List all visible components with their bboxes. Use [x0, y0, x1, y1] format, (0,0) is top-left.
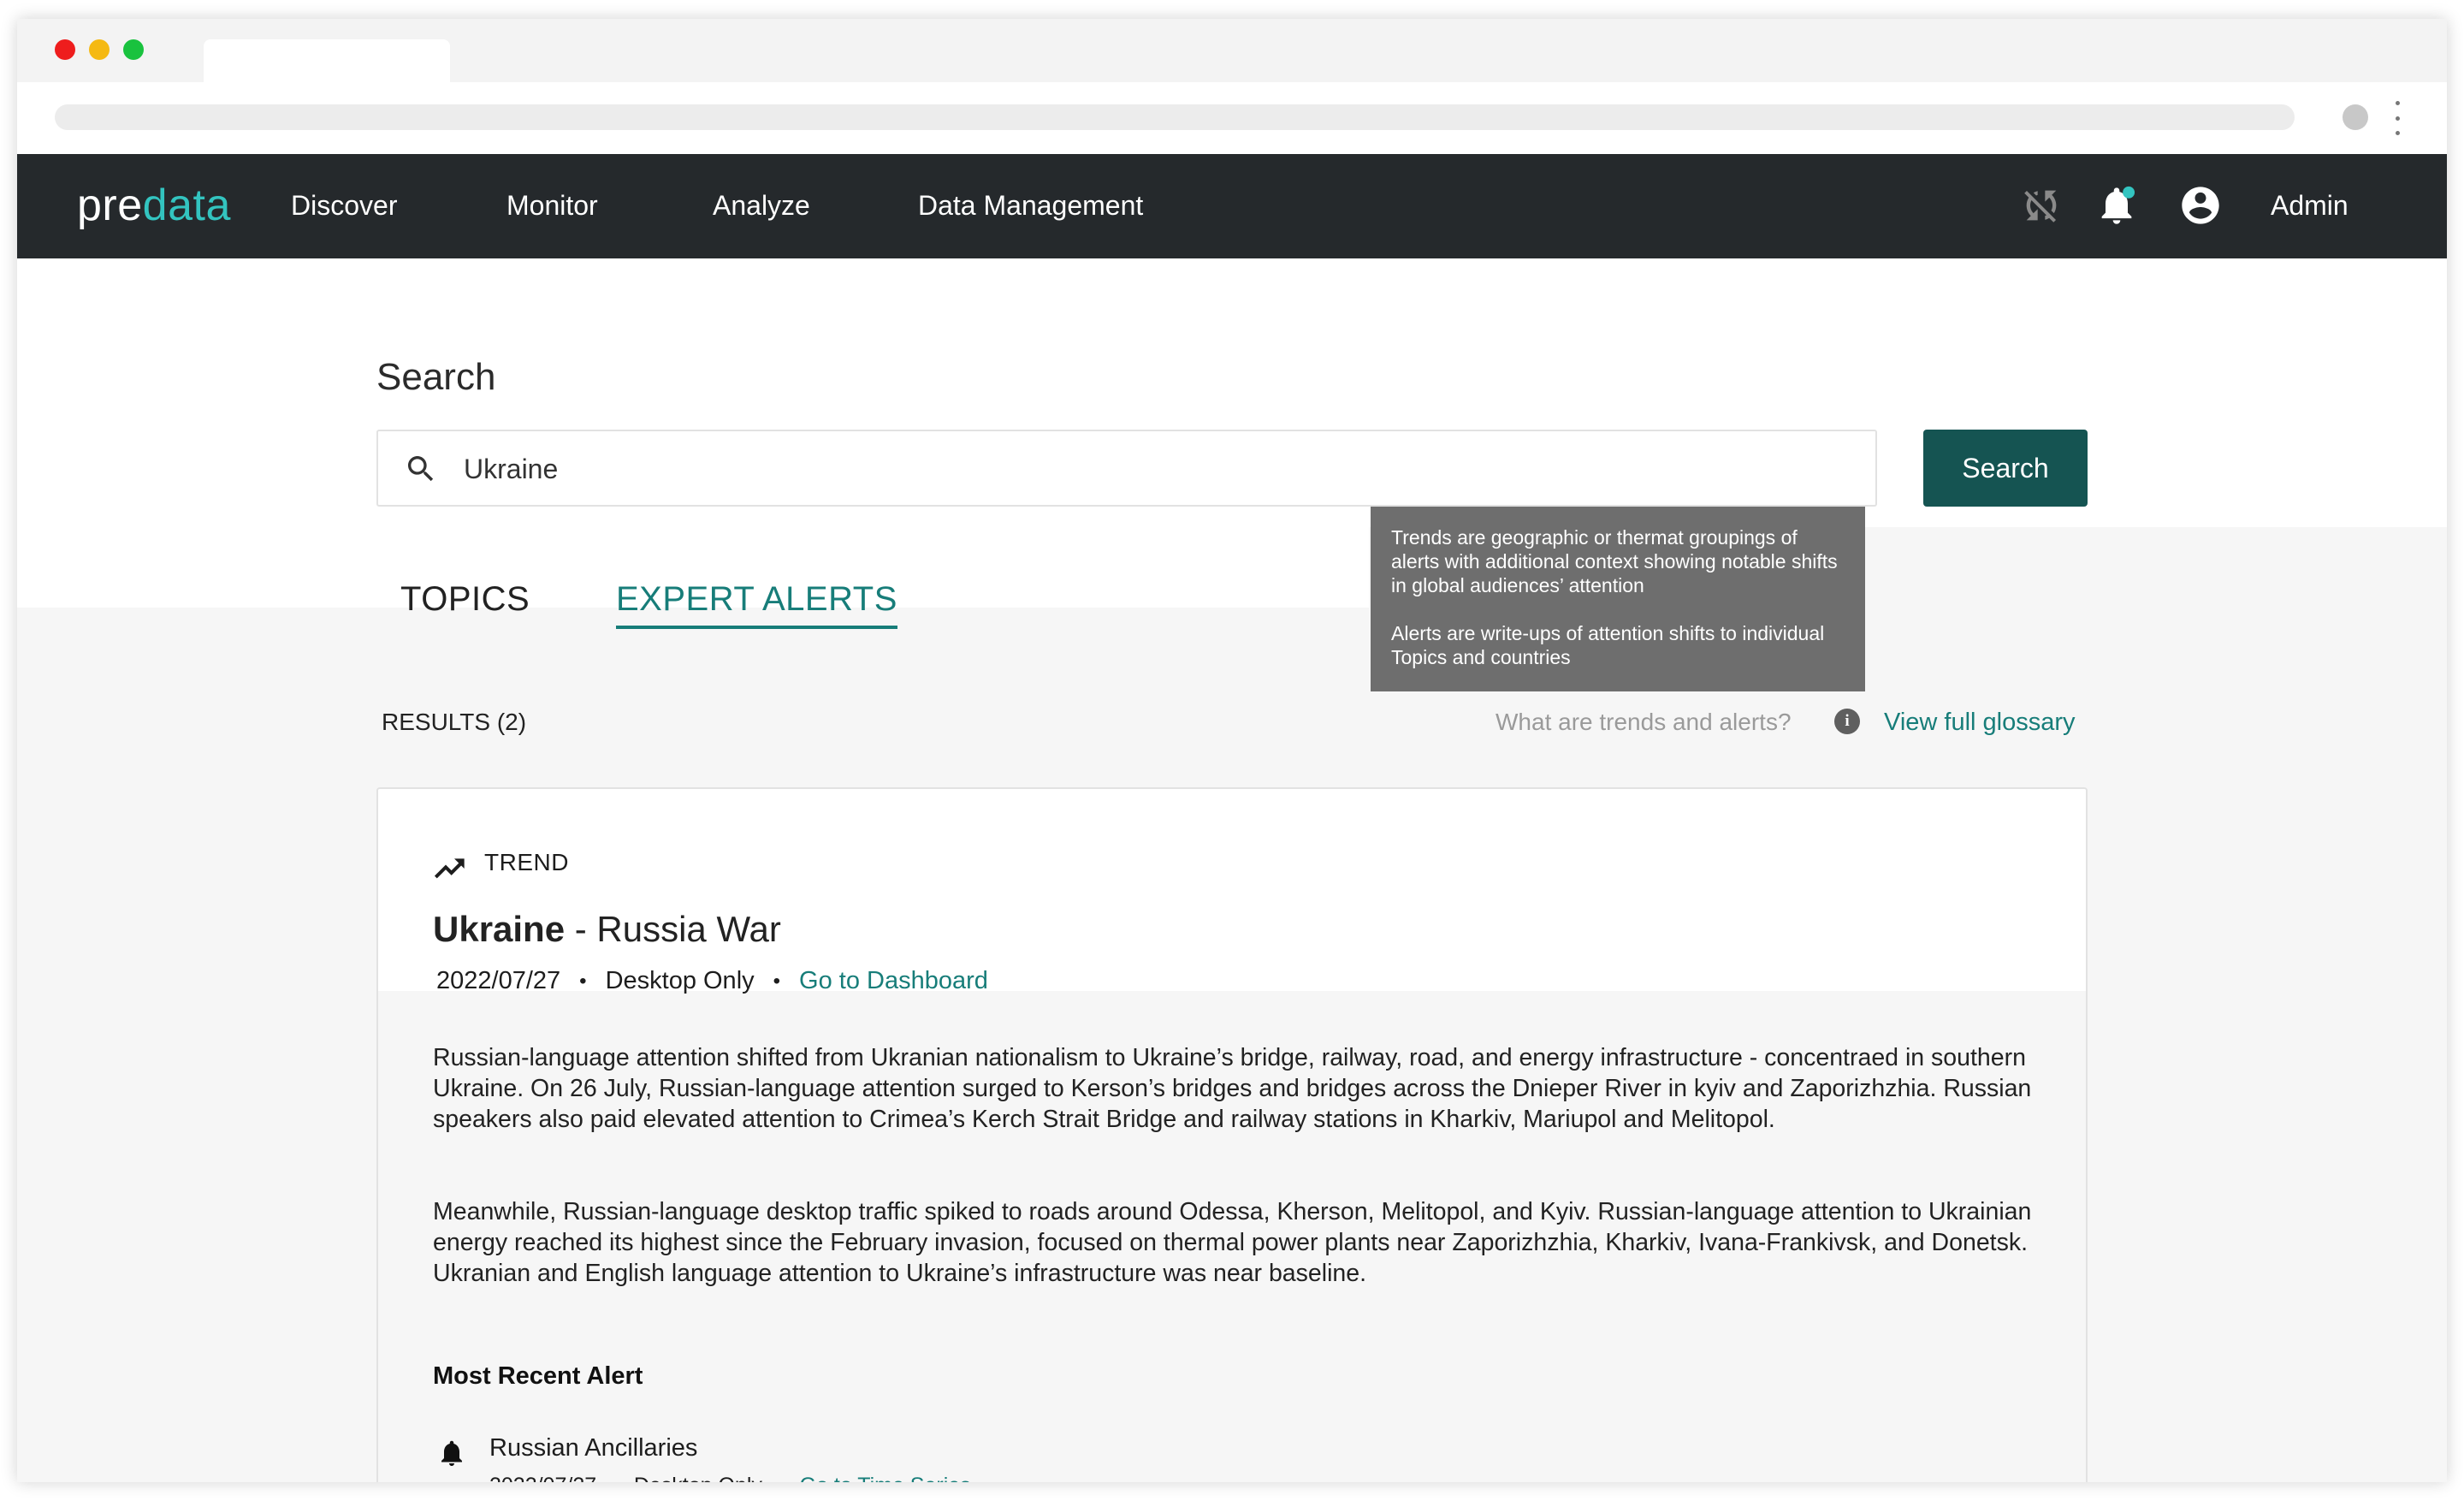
browser-toolbar — [17, 82, 2447, 154]
window-maximize-button[interactable] — [123, 39, 144, 60]
meta-separator: • — [579, 969, 587, 993]
nav-data-management[interactable]: Data Management — [918, 190, 1143, 222]
page-title: Search — [376, 356, 496, 398]
alert-meta: 2022/07/27 • Desktop Only • Go to Time S… — [489, 1474, 971, 1482]
profile-icon[interactable] — [2343, 104, 2368, 130]
meta-separator: • — [612, 1475, 619, 1483]
go-to-dashboard-link[interactable]: Go to Dashboard — [799, 967, 988, 995]
card-paragraph-2: Meanwhile, Russian-language desktop traf… — [433, 1198, 2032, 1287]
trending-up-icon — [434, 858, 465, 879]
nav-analyze[interactable]: Analyze — [713, 190, 810, 222]
logo-pre: pre — [77, 181, 143, 230]
card-title-topic: Ukraine — [433, 909, 566, 949]
alert-bell-icon — [441, 1440, 462, 1466]
window-minimize-button[interactable] — [89, 39, 110, 60]
card-device: Desktop Only — [605, 967, 755, 994]
glossary-question: What are trends and alerts? — [1496, 709, 1792, 735]
nav-discover[interactable]: Discover — [291, 190, 397, 222]
meta-separator: • — [778, 1475, 785, 1483]
top-navbar: predata Discover Monitor Analyze Data Ma… — [17, 154, 2447, 258]
view-glossary-link[interactable]: View full glossary — [1884, 709, 2076, 737]
card-meta: 2022/07/27 • Desktop Only • Go to Dashbo… — [436, 967, 988, 995]
meta-separator: • — [773, 969, 781, 993]
nav-monitor[interactable]: Monitor — [506, 190, 598, 222]
search-input[interactable] — [464, 448, 1833, 489]
trend-card: TREND Ukraine - Russia War 2022/07/27 • … — [376, 787, 2088, 1482]
alert-device: Desktop Only — [634, 1474, 762, 1482]
go-to-time-series-link[interactable]: Go to Time Series — [800, 1474, 971, 1482]
tab-expert-alerts[interactable]: EXPERT ALERTS — [616, 580, 897, 629]
notification-bell-icon[interactable] — [2094, 183, 2139, 228]
browser-tab-strip — [17, 19, 2447, 82]
glossary-tooltip: Trends are geographic or thermat groupin… — [1371, 507, 1865, 691]
alert-date: 2022/07/27 — [489, 1474, 596, 1482]
search-button[interactable]: Search — [1923, 430, 2088, 507]
account-circle-icon[interactable] — [2178, 183, 2223, 228]
info-icon[interactable]: i — [1834, 709, 1860, 734]
logo-data: data — [142, 181, 231, 230]
tooltip-alerts-text: Alerts are write-ups of attention shifts… — [1391, 622, 1825, 668]
card-title-rest: - Russia War — [565, 909, 781, 949]
card-paragraph-1: Russian-language attention shifted from … — [433, 1044, 2032, 1133]
results-count: RESULTS (2) — [382, 709, 527, 735]
search-box[interactable] — [376, 430, 1877, 507]
tooltip-trends-text: Trends are geographic or thermat groupin… — [1391, 526, 1838, 596]
tab-topics[interactable]: TOPICS — [400, 580, 530, 619]
browser-window: predata Discover Monitor Analyze Data Ma… — [17, 19, 2447, 1482]
card-type-label: TREND — [484, 849, 569, 875]
browser-menu-icon[interactable] — [2394, 101, 2401, 135]
card-header-bg — [378, 789, 2086, 991]
card-title[interactable]: Ukraine - Russia War — [433, 909, 781, 950]
card-date: 2022/07/27 — [436, 967, 561, 994]
admin-user-label[interactable]: Admin — [2271, 190, 2348, 222]
sync-disabled-icon[interactable] — [2019, 183, 2064, 228]
logo[interactable]: predata — [77, 180, 231, 231]
browser-tab[interactable] — [204, 39, 450, 82]
most-recent-alert-heading: Most Recent Alert — [433, 1362, 643, 1390]
alert-title[interactable]: Russian Ancillaries — [489, 1434, 697, 1462]
search-icon — [408, 456, 434, 482]
window-close-button[interactable] — [55, 39, 75, 60]
address-bar[interactable] — [55, 104, 2295, 130]
